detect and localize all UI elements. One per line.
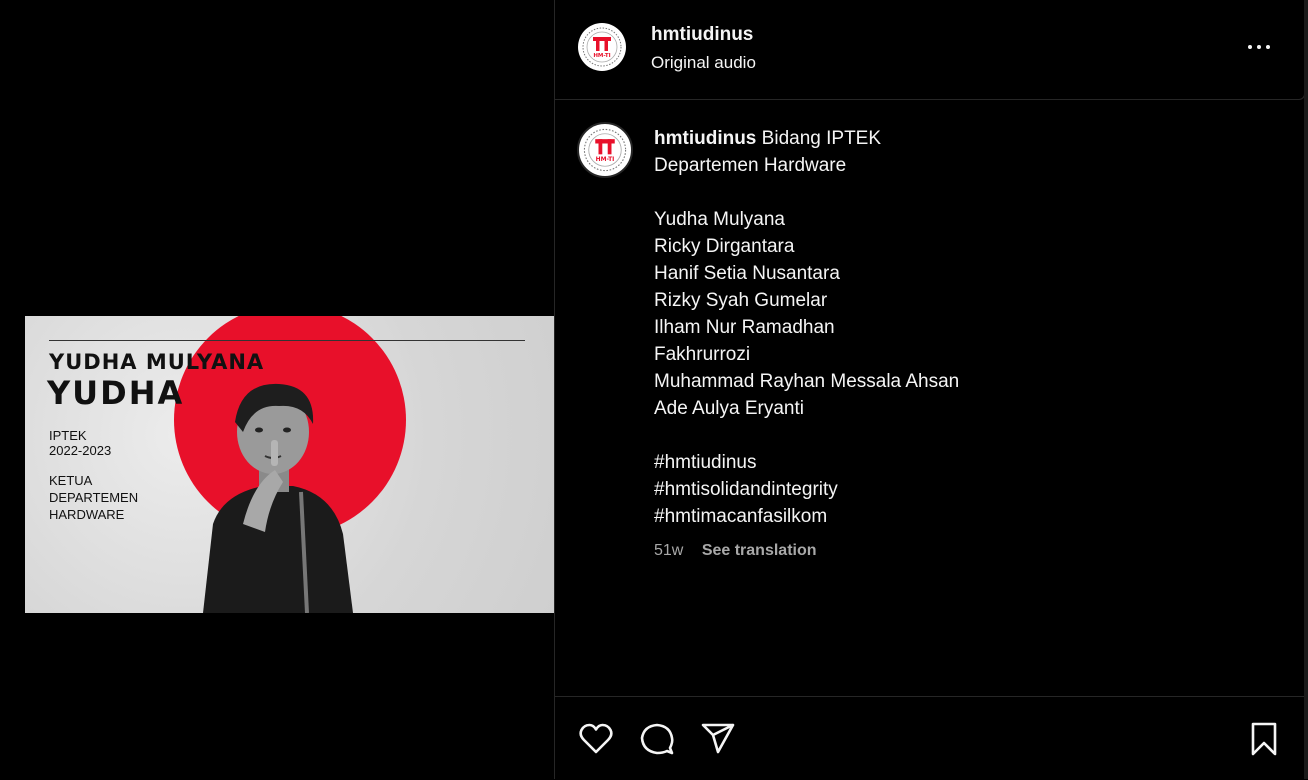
- caption-avatar[interactable]: HM-TI: [577, 122, 633, 178]
- bookmark-icon[interactable]: [1246, 721, 1282, 757]
- svg-text:HM-TI: HM-TI: [593, 53, 610, 59]
- caption-area: HM-TI hmtiudinus Bidang IPTEK Departemen…: [555, 100, 1304, 696]
- member-name: Ade Aulya Eryanti: [654, 398, 804, 419]
- person-photo: [203, 383, 353, 613]
- see-translation-button[interactable]: See translation: [702, 542, 817, 559]
- hashtag-link[interactable]: #hmtisolidandintegrity: [654, 476, 1274, 503]
- member-name: Hanif Setia Nusantara: [654, 263, 840, 284]
- hashtag-link[interactable]: #hmtiudinus: [654, 449, 1274, 476]
- caption-line: Departemen Hardware: [654, 155, 847, 176]
- caption-text: Bidang IPTEK: [761, 128, 882, 149]
- reel-thumbnail[interactable]: YUDHA MULYANA YUDHA IPTEK 2022-2023 KETU…: [25, 316, 554, 613]
- post-side-panel: HM-TI hmtiudinus Original audio HM-TI hm…: [555, 0, 1305, 780]
- member-name: Rizky Syah Gumelar: [654, 290, 828, 311]
- thumbnail-role-line: DEPARTEMEN: [49, 490, 139, 505]
- share-icon[interactable]: [700, 721, 736, 757]
- more-options-icon[interactable]: [1239, 32, 1279, 62]
- thumbnail-meta: IPTEK 2022-2023: [49, 428, 111, 458]
- member-name: Yudha Mulyana: [654, 209, 785, 230]
- svg-text:HM-TI: HM-TI: [596, 156, 615, 163]
- thumbnail-full-name: YUDHA MULYANA: [49, 350, 265, 374]
- heart-icon[interactable]: [578, 721, 614, 757]
- caption-first-line: hmtiudinus Bidang IPTEK: [654, 125, 1274, 152]
- hashtag-link[interactable]: #hmtimacanfasilkom: [654, 503, 1274, 530]
- thumbnail-division: IPTEK: [49, 428, 87, 443]
- hmti-logo-icon: HM-TI: [580, 125, 630, 175]
- thumbnail-period: 2022-2023: [49, 443, 112, 458]
- member-name: Muhammad Rayhan Messala Ahsan: [654, 371, 960, 392]
- thumbnail-role-line: KETUA: [49, 473, 93, 488]
- post-caption: hmtiudinus Bidang IPTEK Departemen Hardw…: [654, 125, 1274, 530]
- avatar[interactable]: HM-TI: [578, 23, 626, 71]
- window-edge: [1304, 0, 1308, 779]
- caption-username[interactable]: hmtiudinus: [654, 128, 756, 149]
- post-header: HM-TI hmtiudinus Original audio: [555, 0, 1305, 100]
- action-bar: [555, 696, 1304, 780]
- thumbnail-role: KETUA DEPARTEMEN HARDWARE: [49, 472, 138, 523]
- thumbnail-rule: [49, 340, 525, 341]
- header-username[interactable]: hmtiudinus: [651, 24, 753, 46]
- thumbnail-nickname: YUDHA: [47, 374, 185, 412]
- media-pane: YUDHA MULYANA YUDHA IPTEK 2022-2023 KETU…: [0, 0, 554, 779]
- post-age[interactable]: 51w: [654, 542, 683, 559]
- hmti-logo-icon: HM-TI: [579, 24, 625, 70]
- thumbnail-role-line: HARDWARE: [49, 507, 125, 522]
- comment-icon[interactable]: [639, 721, 675, 757]
- member-name: Ricky Dirgantara: [654, 236, 795, 257]
- member-name: Fakhrurrozi: [654, 344, 751, 365]
- caption-footer: 51w See translation: [654, 542, 817, 560]
- member-name: Ilham Nur Ramadhan: [654, 317, 835, 338]
- audio-label[interactable]: Original audio: [651, 53, 756, 73]
